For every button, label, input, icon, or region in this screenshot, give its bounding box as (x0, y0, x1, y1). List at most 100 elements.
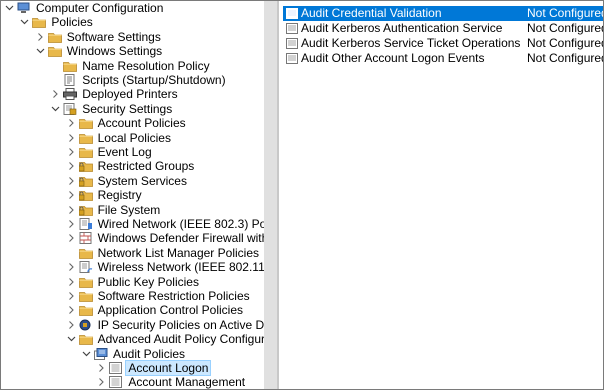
policy-name: Audit Credential Validation (301, 6, 442, 20)
folder-icon (78, 132, 93, 144)
chevron-right-icon[interactable] (51, 87, 60, 101)
chevron-down-icon[interactable] (51, 102, 60, 116)
policy-list-icon (109, 362, 123, 374)
policy-icon (286, 23, 298, 34)
chevron-right-icon[interactable] (67, 174, 76, 188)
network-policy-icon (79, 218, 93, 230)
chevron-right-icon[interactable] (67, 159, 76, 173)
chevron-down-icon[interactable] (36, 44, 45, 58)
folder-icon (63, 60, 78, 72)
tree-item-label: Name Resolution Policy (82, 58, 210, 73)
locked-folder-icon (78, 160, 93, 173)
tree-item-label: Account Logon (125, 360, 212, 376)
policy-row[interactable]: Audit Other Account Logon Events Not Conf… (283, 51, 603, 66)
chevron-down-icon[interactable] (82, 347, 91, 361)
tree-item-label: Network List Manager Policies (97, 245, 259, 260)
folder-icon (47, 45, 62, 58)
tree-item-label: System Services (97, 173, 187, 188)
firewall-icon (79, 232, 93, 245)
tree-item-label: Scripts (Startup/Shutdown) (82, 73, 226, 87)
chevron-right-icon[interactable] (36, 30, 45, 44)
tree-item-label: Account Policies (97, 116, 186, 131)
no-chevron (51, 73, 60, 87)
policy-setting: Not Configured (527, 21, 604, 35)
chevron-down-icon[interactable] (20, 15, 29, 29)
tree-item-label: Wireless Network (IEEE 802.11) Policies (97, 260, 264, 275)
chevron-right-icon[interactable] (67, 188, 76, 202)
folder-icon (78, 290, 93, 302)
tree-item-label: Policies (51, 15, 93, 30)
policy-name: Audit Other Account Logon Events (301, 51, 485, 65)
console-tree: Computer Configuration Policies Software S… (2, 1, 264, 389)
computer-icon (17, 2, 31, 14)
tree-item-label: Deployed Printers (82, 87, 178, 102)
chevron-right-icon[interactable] (67, 145, 76, 159)
tree-item-label: Account Management (128, 375, 246, 389)
folder-icon (78, 117, 93, 130)
chevron-right-icon[interactable] (67, 217, 76, 231)
tree-item-label: Public Key Policies (97, 274, 199, 289)
chevron-right-icon[interactable] (67, 289, 76, 303)
tree-item-label: Security Settings (82, 101, 173, 116)
gpo-editor-window: Computer Configuration Policies Software S… (0, 0, 604, 390)
policy-list-icon (109, 376, 123, 389)
folder-icon (78, 146, 93, 158)
folder-icon (78, 276, 93, 288)
folder-icon (78, 247, 93, 259)
printer-icon (63, 88, 78, 101)
chevron-right-icon[interactable] (67, 275, 76, 289)
chevron-right-icon[interactable] (67, 260, 76, 274)
tree-item-label: Wired Network (IEEE 802.3) Policies (97, 217, 264, 231)
tree-item-label: Software Restriction Policies (97, 289, 250, 303)
pane-splitter[interactable] (277, 1, 279, 389)
tree-item-label: Local Policies (97, 130, 171, 145)
policy-row[interactable]: Audit Kerberos Service Ticket Operations… (283, 36, 603, 51)
wireless-policy-icon (79, 261, 93, 274)
chevron-right-icon[interactable] (97, 375, 106, 389)
policy-setting: Not Configured (527, 36, 604, 50)
tree-item-label: Registry (97, 188, 142, 203)
chevron-down-icon[interactable] (67, 332, 76, 346)
tree-item-label: Application Control Policies (97, 303, 243, 318)
policy-row[interactable]: Audit Credential Validation Not Configure… (283, 6, 603, 21)
tree-item-label: Audit Policies (113, 346, 186, 361)
chevron-down-icon[interactable] (5, 1, 14, 15)
policy-setting: Not Configured (527, 51, 604, 65)
folder-icon (78, 333, 93, 346)
tree-item-label: File System (97, 202, 161, 217)
tree-item-label: Software Settings (66, 29, 161, 44)
ip-security-icon (79, 319, 93, 331)
policy-name: Audit Kerberos Authentication Service (301, 21, 503, 35)
policy-icon (286, 8, 298, 19)
no-chevron (67, 246, 76, 260)
no-chevron (51, 59, 60, 73)
security-settings-icon (63, 102, 77, 115)
folder-icon (78, 304, 93, 317)
chevron-right-icon[interactable] (97, 361, 106, 375)
script-icon (63, 74, 77, 86)
policy-icon (286, 53, 298, 64)
policy-icon (286, 38, 298, 49)
tree-item-label: IP Security Policies on Active Directory… (97, 317, 264, 332)
policy-row[interactable]: Audit Kerberos Authentication Service Not… (283, 21, 603, 36)
locked-folder-icon (78, 175, 93, 187)
tree-scrollbar[interactable] (264, 1, 277, 389)
policy-list-pane: Audit Credential Validation Not Configure… (280, 1, 603, 389)
chevron-right-icon[interactable] (67, 318, 76, 332)
folder-icon (47, 31, 62, 43)
tree-item-label: Computer Configuration (36, 1, 164, 15)
tree-item-label: Restricted Groups (97, 159, 195, 174)
chevron-right-icon[interactable] (67, 303, 76, 317)
chevron-right-icon[interactable] (67, 116, 76, 130)
chevron-right-icon[interactable] (67, 231, 76, 245)
locked-folder-icon (78, 189, 93, 202)
tree-item-label: Windows Defender Firewall with Advanc (97, 231, 264, 246)
folder-icon (32, 16, 47, 29)
policy-setting: Not Configured (527, 6, 604, 20)
tree-item-label: Advanced Audit Policy Configuration (97, 332, 264, 347)
chevron-right-icon[interactable] (67, 131, 76, 145)
tree-item-label: Event Log (97, 145, 152, 159)
tree-item-label: Windows Settings (66, 44, 163, 59)
chevron-right-icon[interactable] (67, 203, 76, 217)
locked-folder-icon (78, 204, 93, 216)
